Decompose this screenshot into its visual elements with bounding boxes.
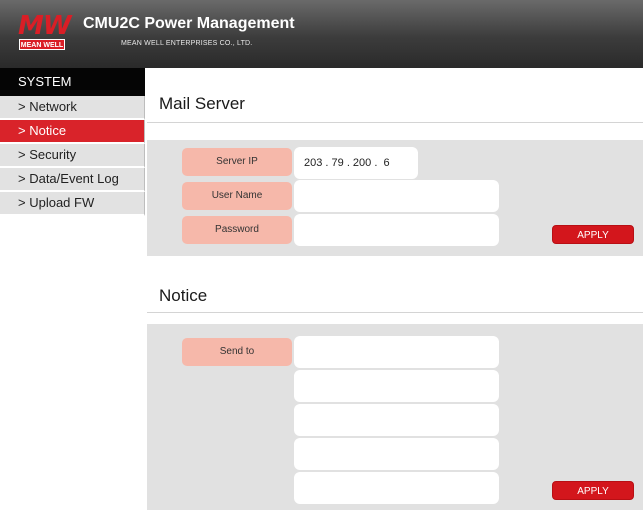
send-to-input-3[interactable] — [294, 404, 499, 436]
company-name: MEAN WELL ENTERPRISES CO., LTD. — [121, 40, 253, 47]
logo-mark: MW — [18, 11, 72, 41]
sidebar-heading: SYSTEM — [0, 68, 145, 96]
send-to-input-4[interactable] — [294, 438, 499, 470]
brand-logo: MW MEAN WELL — [18, 12, 76, 52]
send-to-label: Send to — [182, 338, 292, 366]
send-to-input-1[interactable] — [294, 336, 499, 368]
password-label: Password — [182, 216, 292, 244]
sidebar-item-upload-fw[interactable]: > Upload FW — [0, 192, 145, 216]
app-title: CMU2C Power Management — [83, 15, 295, 32]
app-header: MW MEAN WELL CMU2C Power Management MEAN… — [0, 0, 643, 68]
server-ip-input[interactable] — [294, 147, 418, 179]
send-to-input-5[interactable] — [294, 472, 499, 504]
server-ip-label: Server IP — [182, 148, 292, 176]
logo-subtext: MEAN WELL — [19, 39, 65, 50]
sidebar-item-notice[interactable]: > Notice — [0, 120, 145, 144]
section-divider — [147, 122, 643, 123]
mail-server-apply-button[interactable]: APPLY — [552, 225, 634, 244]
password-input[interactable] — [294, 214, 499, 246]
mail-server-title: Mail Server — [159, 94, 245, 113]
sidebar-item-security[interactable]: > Security — [0, 144, 145, 168]
user-name-input[interactable] — [294, 180, 499, 212]
section-divider — [147, 312, 643, 313]
sidebar-item-network[interactable]: > Network — [0, 96, 145, 120]
user-name-label: User Name — [182, 182, 292, 210]
notice-title: Notice — [159, 286, 208, 305]
mail-server-panel: Server IP User Name Password APPLY — [147, 140, 643, 256]
notice-apply-button[interactable]: APPLY — [552, 481, 634, 500]
notice-panel: Send to APPLY — [147, 324, 643, 510]
sidebar-item-data-event-log[interactable]: > Data/Event Log — [0, 168, 145, 192]
send-to-input-2[interactable] — [294, 370, 499, 402]
sidebar: SYSTEM > Network > Notice > Security > D… — [0, 68, 145, 216]
